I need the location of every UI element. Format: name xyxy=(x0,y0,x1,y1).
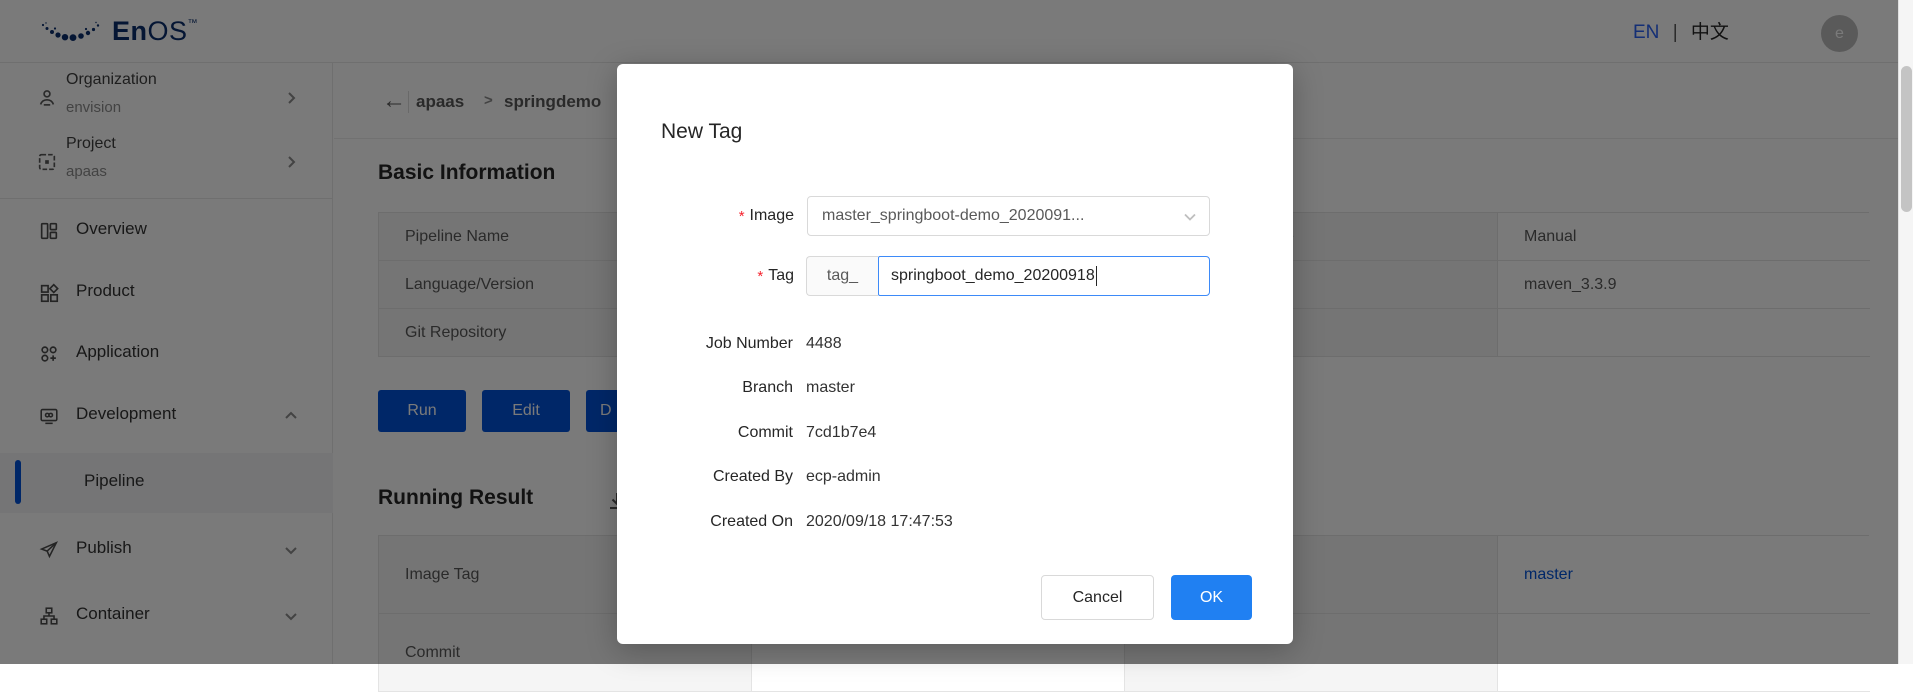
info-value: 2020/09/18 17:47:53 xyxy=(806,510,953,534)
info-row: Commit 7cd1b7e4 xyxy=(617,421,1217,445)
tag-input[interactable]: springboot_demo_20200918 xyxy=(878,256,1210,296)
scrollbar[interactable] xyxy=(1898,0,1913,664)
cancel-button[interactable]: Cancel xyxy=(1041,575,1154,620)
info-label: Branch xyxy=(617,376,793,400)
new-tag-dialog: New Tag *Image master_springboot-demo_20… xyxy=(617,64,1293,644)
required-mark: * xyxy=(757,268,763,285)
image-field-label: *Image xyxy=(617,196,794,236)
image-select-value: master_springboot-demo_2020091... xyxy=(822,207,1084,225)
info-label: Created On xyxy=(617,510,793,534)
info-row: Created On 2020/09/18 17:47:53 xyxy=(617,510,1217,534)
image-select[interactable]: master_springboot-demo_2020091... xyxy=(807,196,1210,236)
tag-prefix-addon: tag_ xyxy=(806,256,878,296)
info-value: master xyxy=(806,376,855,400)
info-row: Job Number 4488 xyxy=(617,332,1217,356)
info-value: ecp-admin xyxy=(806,465,881,489)
required-mark: * xyxy=(739,208,745,225)
ok-button[interactable]: OK xyxy=(1171,575,1252,620)
text-caret xyxy=(1096,266,1098,286)
scrollbar-thumb[interactable] xyxy=(1901,66,1912,212)
tag-input-value: springboot_demo_20200918 xyxy=(891,267,1095,285)
chevron-down-icon xyxy=(1183,210,1197,224)
info-value: 4488 xyxy=(806,332,842,356)
info-row: Created By ecp-admin xyxy=(617,465,1217,489)
info-label: Job Number xyxy=(617,332,793,356)
info-label: Created By xyxy=(617,465,793,489)
info-value: 7cd1b7e4 xyxy=(806,421,876,445)
info-label: Commit xyxy=(617,421,793,445)
info-row: Branch master xyxy=(617,376,1217,400)
dialog-title: New Tag xyxy=(661,120,742,144)
tag-field-label: *Tag xyxy=(617,256,794,296)
